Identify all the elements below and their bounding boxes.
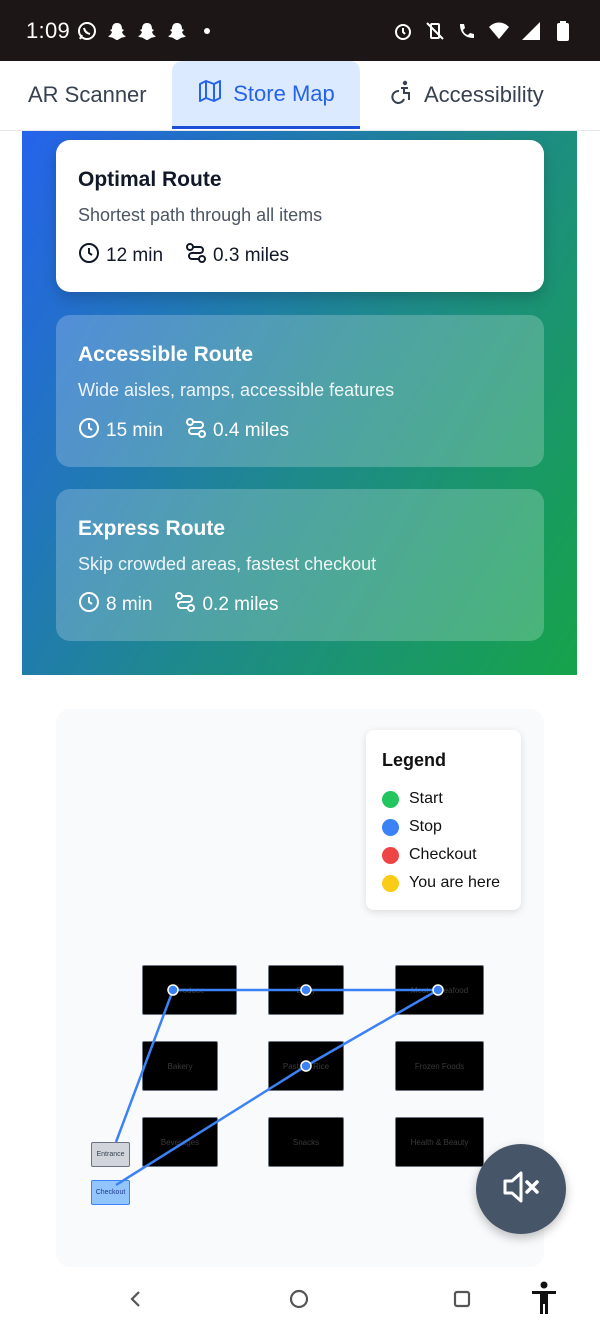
snapchat-icon — [166, 20, 188, 42]
status-time: 1:09 — [26, 17, 71, 43]
aisle-health-beauty[interactable]: Health & Beauty — [395, 1117, 484, 1167]
snapchat-icon — [136, 20, 158, 42]
accessibility-shortcut-button[interactable] — [528, 1281, 560, 1320]
aisle-snacks[interactable]: Snacks — [268, 1117, 344, 1167]
clock-icon — [78, 242, 100, 270]
route-description: Wide aisles, ramps, accessible features — [78, 380, 395, 400]
legend-label: Start — [409, 790, 443, 807]
tab-store-map-label: Store Map — [233, 80, 335, 106]
home-button[interactable] — [285, 1287, 313, 1315]
route-distance: 0.2 miles — [202, 594, 279, 615]
accessibility-person-icon — [530, 1281, 558, 1320]
legend-title: Legend — [382, 750, 447, 770]
legend-item-start: Start — [382, 785, 505, 813]
route-time: 15 min — [106, 420, 164, 441]
aisle-dairy[interactable]: Dairy — [268, 965, 344, 1015]
route-distance-icon — [185, 417, 207, 445]
map-icon — [197, 78, 223, 110]
wifi-call-icon — [456, 20, 478, 42]
route-card-accessible[interactable]: Accessible Route Wide aisles, ramps, acc… — [56, 315, 544, 467]
recents-icon — [452, 1289, 472, 1314]
recents-button[interactable] — [448, 1287, 476, 1315]
aisle-meat-seafood[interactable]: Meat & Seafood — [395, 965, 484, 1015]
legend-item-you-are-here: You are here — [382, 869, 505, 897]
route-card-optimal[interactable]: Optimal Route Shortest path through all … — [56, 140, 544, 292]
legend-item-checkout: Checkout — [382, 841, 505, 869]
route-title: Express Route — [78, 517, 226, 540]
clock-icon — [78, 417, 100, 445]
accessibility-icon — [388, 79, 414, 111]
aisle-frozen-foods[interactable]: Frozen Foods — [395, 1041, 484, 1091]
dot-icon — [196, 20, 218, 42]
mute-button[interactable] — [476, 1144, 566, 1234]
back-button[interactable] — [122, 1287, 150, 1315]
map-legend: Legend Start Stop Checkout You are here — [366, 730, 521, 910]
legend-item-stop: Stop — [382, 813, 505, 841]
route-distance-icon — [185, 242, 207, 270]
you-are-here-dot-icon — [382, 874, 399, 892]
legend-label: You are here — [409, 874, 501, 891]
route-time: 12 min — [106, 245, 164, 266]
signal-icon — [520, 20, 542, 42]
stop-dot-icon — [382, 818, 399, 836]
aisle-produce[interactable]: Produce — [142, 965, 237, 1015]
tab-accessibility[interactable]: Accessibility — [388, 61, 544, 129]
route-card-express[interactable]: Express Route Skip crowded areas, fastes… — [56, 489, 544, 641]
clock-icon — [78, 591, 100, 619]
checkout-marker: Checkout — [91, 1180, 130, 1205]
entrance-marker: Entrance — [91, 1142, 130, 1167]
system-navigation-bar — [0, 1267, 600, 1335]
back-icon — [126, 1289, 146, 1314]
tab-accessibility-label: Accessibility — [424, 82, 544, 107]
battery-icon — [552, 20, 574, 42]
alarm-icon — [392, 20, 414, 42]
tab-bar: AR Scanner Store Map Accessibility — [0, 61, 600, 131]
home-icon — [288, 1288, 310, 1315]
aisle-bakery[interactable]: Bakery — [142, 1041, 218, 1091]
snapchat-icon — [106, 20, 128, 42]
tab-store-map[interactable]: Store Map — [172, 61, 360, 129]
status-bar: 1:09 — [0, 0, 600, 61]
route-distance-icon — [174, 591, 196, 619]
aisle-pasta-rice[interactable]: Pasta & Rice — [268, 1041, 344, 1091]
whatsapp-icon — [76, 20, 98, 42]
tab-ar-scanner[interactable]: AR Scanner — [28, 61, 147, 129]
checkout-dot-icon — [382, 846, 399, 864]
volume-mute-icon — [499, 1165, 543, 1214]
vibrate-off-icon — [424, 20, 446, 42]
aisle-beverages[interactable]: Beverages — [142, 1117, 218, 1167]
route-distance: 0.4 miles — [213, 420, 290, 441]
wifi-icon — [488, 20, 510, 42]
tab-ar-scanner-label: AR Scanner — [28, 82, 147, 107]
legend-label: Checkout — [409, 846, 477, 863]
legend-label: Stop — [409, 818, 442, 835]
start-dot-icon — [382, 790, 399, 808]
route-title: Accessible Route — [78, 343, 254, 366]
route-description: Shortest path through all items — [78, 205, 323, 225]
route-time: 8 min — [106, 594, 153, 615]
route-title: Optimal Route — [78, 168, 222, 191]
route-description: Skip crowded areas, fastest checkout — [78, 554, 377, 574]
route-distance: 0.3 miles — [213, 245, 290, 266]
